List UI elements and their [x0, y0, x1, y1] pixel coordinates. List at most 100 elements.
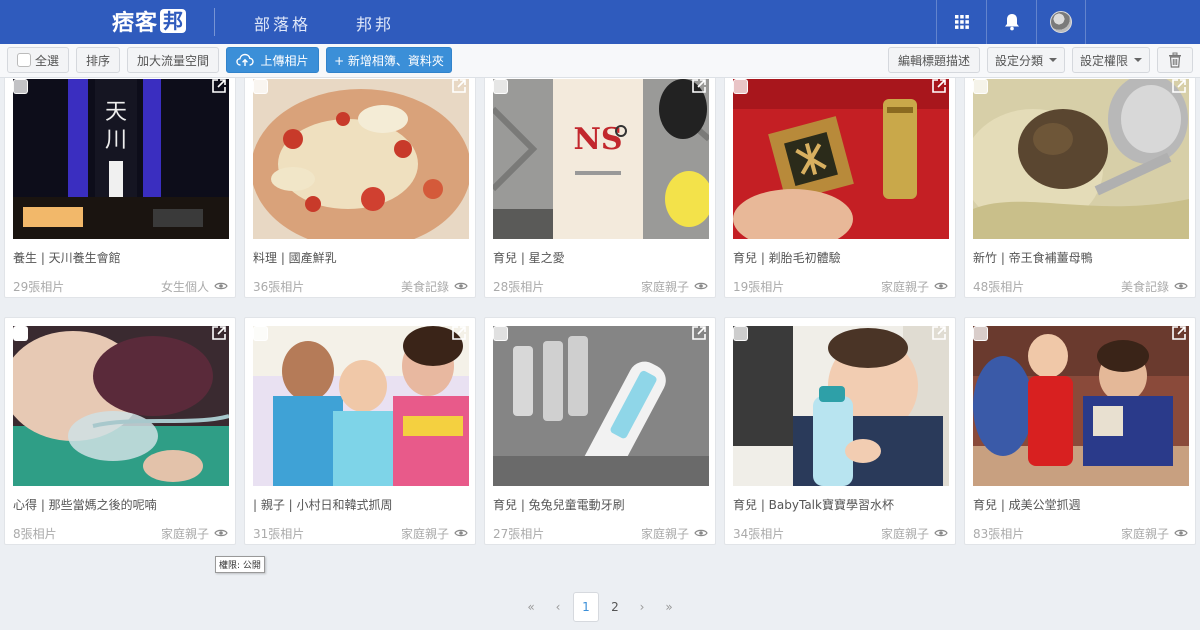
eye-icon[interactable] [1174, 281, 1188, 291]
album-card[interactable]: | 親子 | 小村日和韓式抓周 31張相片 家庭親子 [244, 317, 476, 545]
album-card[interactable]: NS 育兒 | 星之愛 28張相片 家庭親子 [484, 70, 716, 298]
album-category: 美食記錄 [1120, 280, 1169, 294]
bell-icon [1004, 14, 1019, 31]
select-checkbox[interactable] [253, 79, 268, 94]
album-card[interactable]: 天 川 養生 | 天川養生會館 29張相片 女生個人 [4, 70, 236, 298]
logo[interactable]: 痞客 邦 [112, 6, 187, 36]
pagination-last[interactable]: » [658, 592, 680, 622]
checkbox[interactable] [16, 53, 31, 67]
eye-icon[interactable] [1174, 528, 1188, 538]
eye-icon[interactable] [214, 528, 228, 538]
album-cover[interactable] [733, 79, 949, 239]
external-link-icon[interactable] [451, 78, 467, 94]
eye-icon[interactable] [934, 281, 948, 291]
external-link-icon[interactable] [1171, 325, 1187, 341]
album-card[interactable]: 心得 | 那些當媽之後的呢喃 8張相片 家庭親子 [4, 317, 236, 545]
album-category: 家庭親子 [640, 280, 689, 294]
external-link-icon[interactable] [691, 325, 707, 341]
select-checkbox[interactable] [13, 326, 28, 341]
album-category: 家庭親子 [1120, 527, 1169, 541]
select-checkbox[interactable] [253, 326, 268, 341]
sort-button[interactable]: 排序 [76, 47, 120, 73]
select-all-button[interactable]: 全選 [7, 47, 69, 73]
delete-button[interactable] [1157, 47, 1193, 73]
external-link-icon[interactable] [211, 78, 227, 94]
select-checkbox[interactable] [973, 79, 988, 94]
notifications-button[interactable] [986, 0, 1036, 44]
album-title[interactable]: 育兒 | 星之愛 [493, 249, 565, 266]
new-album-button[interactable]: + 新增相簿、資料夾 [326, 47, 452, 73]
album-card[interactable]: 育兒 | 兔兔兒童電動牙刷 27張相片 家庭親子 [484, 317, 716, 545]
album-cover[interactable]: 天 川 [13, 79, 229, 239]
album-cover[interactable] [13, 326, 229, 486]
external-link-icon[interactable] [451, 325, 467, 341]
album-cover[interactable] [493, 326, 709, 486]
select-checkbox[interactable] [733, 326, 748, 341]
select-checkbox[interactable] [733, 79, 748, 94]
select-checkbox[interactable] [493, 79, 508, 94]
external-link-icon[interactable] [1171, 78, 1187, 94]
album-card[interactable]: 料理 | 國產鮮乳 36張相片 美食記錄 [244, 70, 476, 298]
page-current[interactable]: 1 [573, 592, 599, 622]
nav-blog[interactable]: 部落格 [254, 11, 311, 35]
album-category: 女生個人 [160, 280, 209, 294]
album-cover[interactable] [733, 326, 949, 486]
set-permission-dropdown[interactable]: 設定權限 [1072, 47, 1150, 73]
pagination-page-2[interactable]: 2 [604, 592, 626, 622]
album-title[interactable]: 新竹 | 帝王食補薑母鴨 [973, 249, 1093, 266]
pagination-prev[interactable]: ‹ [548, 592, 568, 622]
select-checkbox[interactable] [493, 326, 508, 341]
album-title[interactable]: 心得 | 那些當媽之後的呢喃 [13, 496, 157, 513]
album-category: 家庭親子 [400, 527, 449, 541]
avatar [1050, 11, 1072, 33]
upload-photos-button[interactable]: 上傳相片 [226, 47, 319, 73]
pagination-next[interactable]: › [632, 592, 652, 622]
apps-grid-icon [954, 15, 969, 29]
album-cover[interactable] [973, 326, 1189, 486]
album-cover[interactable] [253, 326, 469, 486]
nav-bangbang[interactable]: 邦邦 [356, 11, 394, 35]
upload-cloud-icon [236, 53, 255, 66]
eye-icon[interactable] [214, 281, 228, 291]
eye-icon[interactable] [454, 281, 468, 291]
external-link-icon[interactable] [691, 78, 707, 94]
album-card[interactable]: 育兒 | BabyTalk寶寶學習水杯 34張相片 家庭親子 [724, 317, 956, 545]
external-link-icon[interactable] [931, 325, 947, 341]
album-card[interactable]: 育兒 | 剃胎毛初體驗 19張相片 家庭親子 [724, 70, 956, 298]
chevron-down-icon [1134, 58, 1142, 62]
album-cover[interactable] [253, 79, 469, 239]
eye-icon[interactable] [694, 281, 708, 291]
album-title[interactable]: | 親子 | 小村日和韓式抓周 [253, 496, 393, 513]
album-title[interactable]: 育兒 | 兔兔兒童電動牙刷 [493, 496, 625, 513]
external-link-icon[interactable] [931, 78, 947, 94]
select-checkbox[interactable] [13, 79, 28, 94]
pagination-first[interactable]: « [520, 592, 542, 622]
svg-text:川: 川 [105, 128, 127, 153]
set-category-dropdown[interactable]: 設定分類 [987, 47, 1065, 73]
expand-space-button[interactable]: 加大流量空間 [127, 47, 219, 73]
album-title[interactable]: 養生 | 天川養生會館 [13, 249, 121, 266]
select-checkbox[interactable] [973, 326, 988, 341]
album-title[interactable]: 育兒 | 成美公堂抓週 [973, 496, 1081, 513]
album-cover[interactable] [973, 79, 1189, 239]
eye-icon[interactable] [934, 528, 948, 538]
svg-text:天: 天 [105, 100, 127, 125]
album-toolbar: 全選 排序 加大流量空間 上傳相片 + 新增相簿、資料夾 編輯標題描述 設定分類… [0, 44, 1200, 78]
apps-button[interactable] [936, 0, 986, 44]
pagination-page-1[interactable]: 1 [573, 592, 599, 622]
album-card[interactable]: 育兒 | 成美公堂抓週 83張相片 家庭親子 [964, 317, 1196, 545]
album-title[interactable]: 育兒 | BabyTalk寶寶學習水杯 [733, 496, 894, 513]
eye-icon[interactable] [454, 528, 468, 538]
upload-label: 上傳相片 [260, 53, 309, 68]
eye-icon[interactable] [694, 528, 708, 538]
user-menu[interactable] [1036, 0, 1086, 44]
photo-count: 19張相片 [733, 280, 785, 294]
permission-tooltip: 權限: 公開 [215, 556, 265, 573]
album-title[interactable]: 料理 | 國產鮮乳 [253, 249, 337, 266]
album-title[interactable]: 育兒 | 剃胎毛初體驗 [733, 249, 841, 266]
album-card[interactable]: 新竹 | 帝王食補薑母鴨 48張相片 美食記錄 [964, 70, 1196, 298]
album-cover[interactable]: NS [493, 79, 709, 239]
photo-count: 31張相片 [253, 527, 305, 541]
edit-description-button[interactable]: 編輯標題描述 [888, 47, 980, 73]
external-link-icon[interactable] [211, 325, 227, 341]
